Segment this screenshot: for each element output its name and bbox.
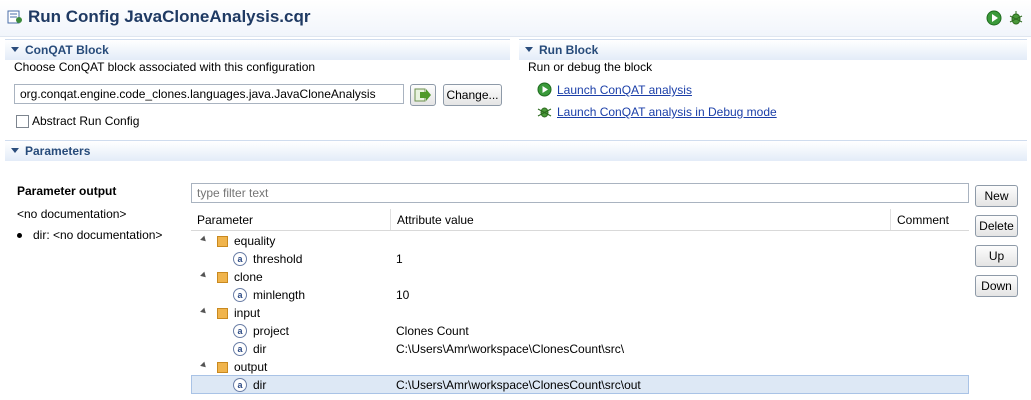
- folder-icon: [217, 236, 228, 247]
- param-name: minlength: [253, 288, 306, 302]
- attribute-icon: a: [233, 378, 247, 392]
- expanded-icon[interactable]: [200, 307, 208, 316]
- param-name: dir: [253, 342, 267, 356]
- new-button[interactable]: New: [975, 185, 1018, 207]
- column-attribute-value[interactable]: Attribute value: [397, 213, 474, 227]
- table-row[interactable]: a project Clones Count: [191, 322, 969, 340]
- abstract-label: Abstract Run Config: [32, 114, 140, 128]
- section-title: Run Block: [539, 43, 599, 57]
- column-parameter[interactable]: Parameter: [197, 213, 253, 227]
- section-title: Parameters: [25, 144, 91, 158]
- column-separator[interactable]: [390, 209, 391, 230]
- conqat-block-header[interactable]: ConQAT Block: [5, 39, 510, 60]
- folder-icon: [217, 362, 228, 373]
- expanded-icon[interactable]: [200, 235, 208, 244]
- attribute-icon: a: [233, 324, 247, 338]
- block-name-field[interactable]: org.conqat.engine.code_clones.languages.…: [14, 84, 404, 104]
- param-name: equality: [234, 234, 276, 248]
- delete-button[interactable]: Delete: [975, 215, 1018, 237]
- up-button[interactable]: Up: [975, 245, 1018, 267]
- collapse-icon[interactable]: [11, 47, 19, 52]
- param-name: project: [253, 324, 290, 338]
- param-name: input: [234, 306, 261, 320]
- conqat-block-description: Choose ConQAT block associated with this…: [14, 60, 316, 74]
- section-title: ConQAT Block: [25, 43, 109, 57]
- launch-debug-link[interactable]: Launch ConQAT analysis in Debug mode: [557, 105, 777, 119]
- table-row[interactable]: equality: [191, 232, 969, 250]
- table-row[interactable]: a threshold 1: [191, 250, 969, 268]
- table-row[interactable]: a dir C:\Users\Amr\workspace\ClonesCount…: [191, 340, 969, 358]
- page-title: Run Config JavaCloneAnalysis.cqr: [28, 7, 311, 26]
- attribute-icon: a: [233, 342, 247, 356]
- table-row[interactable]: output: [191, 358, 969, 376]
- param-value[interactable]: Clones Count: [396, 324, 469, 338]
- attribute-icon: a: [233, 288, 247, 302]
- arrow-right-icon: [414, 88, 431, 102]
- param-name: clone: [234, 270, 263, 284]
- go-to-block-button[interactable]: [410, 84, 436, 106]
- collapse-icon[interactable]: [11, 148, 19, 153]
- table-row[interactable]: clone: [191, 268, 969, 286]
- change-button[interactable]: Change...: [443, 84, 502, 106]
- table-row-selected[interactable]: a dir C:\Users\Amr\workspace\ClonesCount…: [191, 375, 969, 394]
- doc-text: <no documentation>: [17, 207, 127, 221]
- column-comment[interactable]: Comment: [897, 213, 949, 227]
- param-value[interactable]: 1: [396, 252, 403, 266]
- param-value[interactable]: C:\Users\Amr\workspace\ClonesCount\src\: [396, 342, 624, 356]
- abstract-checkbox[interactable]: [16, 115, 29, 128]
- doc-title: Parameter output: [17, 184, 117, 198]
- run-block-description: Run or debug the block: [528, 60, 653, 74]
- bullet-icon: [17, 233, 22, 238]
- filter-input[interactable]: [191, 183, 969, 203]
- folder-icon: [217, 308, 228, 319]
- column-separator[interactable]: [890, 209, 891, 230]
- folder-icon: [217, 272, 228, 283]
- debug-icon: [537, 107, 552, 118]
- param-value[interactable]: 10: [396, 288, 409, 302]
- parameters-header[interactable]: Parameters: [5, 140, 1027, 161]
- expanded-icon[interactable]: [200, 271, 208, 280]
- param-value[interactable]: C:\Users\Amr\workspace\ClonesCount\src\o…: [396, 378, 641, 392]
- collapse-icon[interactable]: [525, 47, 533, 52]
- doc-bullet: dir: <no documentation>: [33, 228, 163, 242]
- launch-analysis-link[interactable]: Launch ConQAT analysis: [557, 83, 692, 97]
- run-icon[interactable]: [986, 10, 1002, 26]
- expanded-icon[interactable]: [200, 361, 208, 370]
- down-button[interactable]: Down: [975, 275, 1018, 297]
- param-name: output: [234, 360, 268, 374]
- run-block-header[interactable]: Run Block: [519, 39, 1027, 60]
- param-name: threshold: [253, 252, 303, 266]
- editor-title-bar: Run Config JavaCloneAnalysis.cqr: [0, 0, 1031, 37]
- run-icon: [537, 82, 552, 97]
- table-row[interactable]: a minlength 10: [191, 286, 969, 304]
- table-row[interactable]: input: [191, 304, 969, 322]
- param-name: dir: [253, 378, 267, 392]
- attribute-icon: a: [233, 252, 247, 266]
- table-header: Parameter Attribute value Comment: [191, 209, 969, 231]
- config-icon: [7, 10, 22, 24]
- debug-icon[interactable]: [1008, 10, 1024, 26]
